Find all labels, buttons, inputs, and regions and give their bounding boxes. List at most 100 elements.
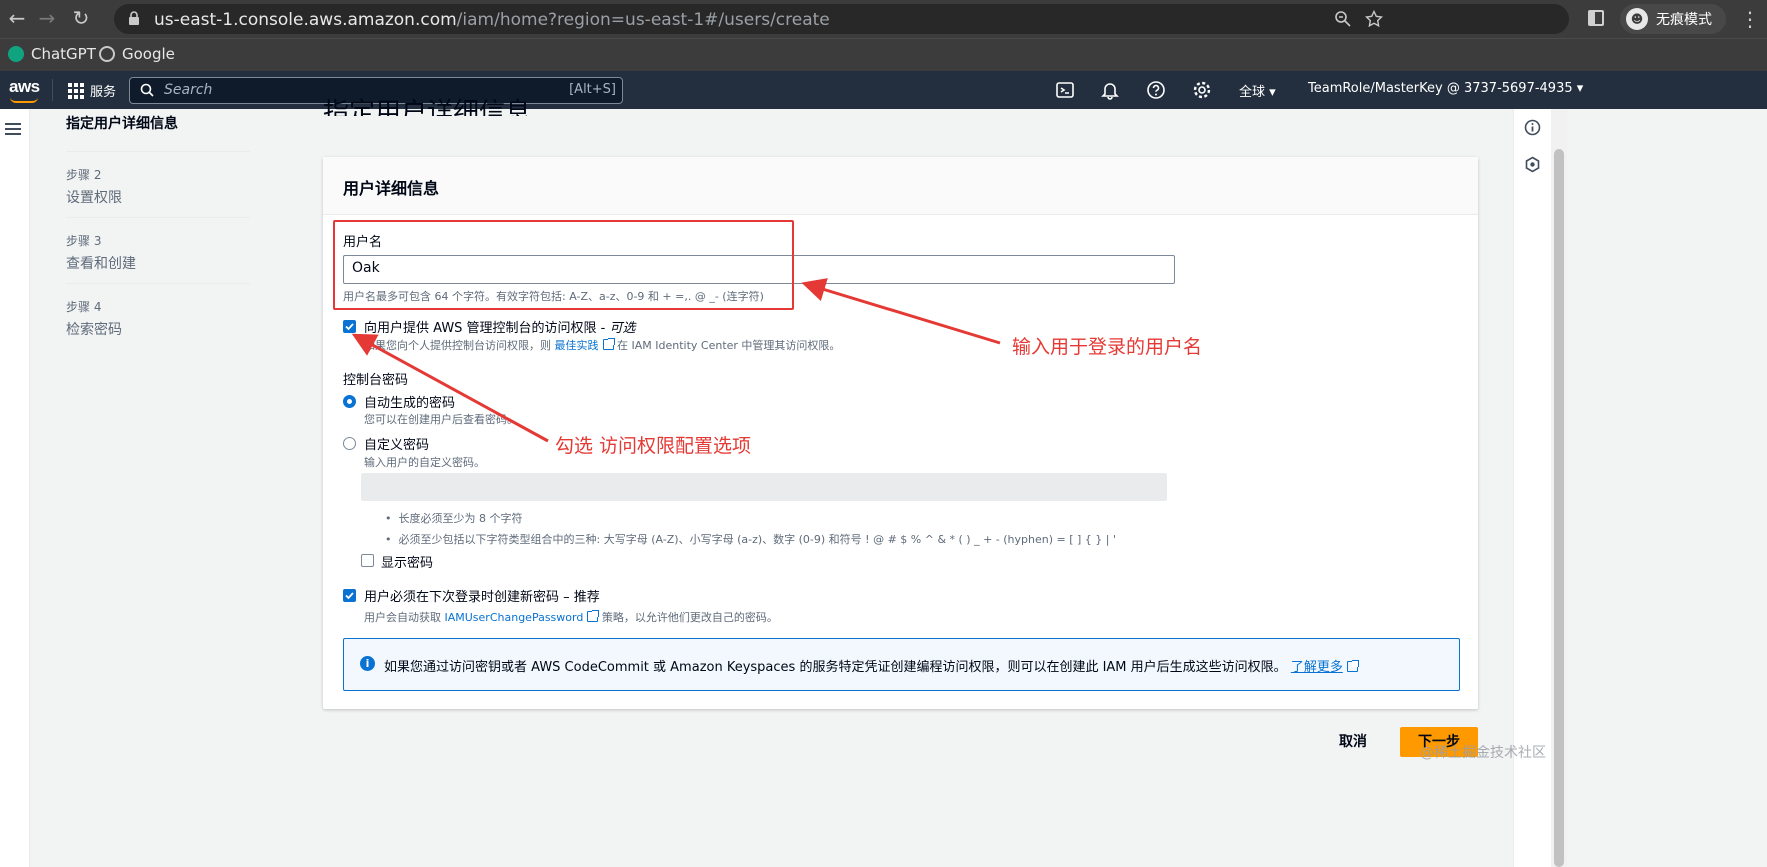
custom-password-radio[interactable] — [343, 437, 356, 450]
chatgpt-icon — [8, 46, 24, 62]
bookmark-label: Google — [122, 45, 175, 63]
custom-password-input[interactable] — [361, 473, 1167, 501]
grid-icon — [68, 82, 84, 99]
lock-icon — [129, 11, 139, 25]
step-number: 步骤 4 — [66, 300, 102, 314]
caret-down-icon: ▾ — [1576, 81, 1584, 96]
watermark: @稀土掘金技术社区 — [1420, 745, 1546, 761]
console-access-text: 向用户提供 AWS 管理控制台的访问权限 - — [364, 321, 610, 336]
panel-heading: 用户详细信息 — [323, 157, 1478, 215]
desc-text: 在 IAM Identity Center 中管理其访问权限。 — [617, 339, 841, 352]
external-link-icon — [602, 338, 615, 350]
back-arrow-icon[interactable]: ← — [6, 8, 28, 28]
auto-password-label: 自动生成的密码 — [364, 396, 456, 411]
step-1[interactable]: 指定用户详细信息 — [66, 109, 250, 152]
star-icon[interactable] — [1365, 10, 1383, 28]
incognito-icon: ☻ — [1626, 8, 1648, 30]
step-label: 指定用户详细信息 — [66, 116, 178, 132]
annotation-username: 输入用于登录的用户名 — [1012, 336, 1203, 358]
policy-link[interactable]: IAMUserChangePassword — [445, 611, 584, 624]
reset-password-checkbox[interactable] — [343, 589, 356, 602]
step-2: 步骤 2 设置权限 — [66, 152, 250, 218]
info-icon: i — [360, 656, 375, 671]
reload-icon[interactable]: ↻ — [70, 8, 92, 28]
scrollbar-thumb[interactable] — [1554, 149, 1564, 867]
step-number: 步骤 2 — [66, 168, 102, 182]
bookmark-chatgpt[interactable]: ChatGPT — [8, 45, 96, 63]
cancel-button[interactable]: 取消 — [1339, 731, 1367, 751]
help-icon[interactable] — [1146, 80, 1166, 100]
step-number: 步骤 3 — [66, 234, 102, 248]
annotation-highlight-box — [333, 220, 794, 310]
aws-top-nav: aws 服务 Search [Alt+S] 全球 ▾ TeamRole/Mast… — [0, 71, 1767, 109]
info-circle-icon[interactable] — [1524, 119, 1541, 136]
gear-icon[interactable] — [1192, 80, 1212, 100]
bookmarks-bar: ChatGPT Google — [0, 38, 1767, 71]
globe-icon — [99, 46, 115, 62]
console-access-desc: 如果您向个人提供控制台访问权限，则 最佳实践 在 IAM Identity Ce… — [364, 337, 840, 353]
aws-logo-text: aws — [9, 77, 40, 96]
desc-text: 策略，以允许他们更改自己的密码。 — [601, 611, 778, 624]
left-nav-rail — [0, 109, 30, 867]
step-label: 设置权限 — [66, 190, 122, 206]
external-link-icon — [1346, 660, 1359, 672]
bookmark-google[interactable]: Google — [99, 45, 175, 63]
step-4: 步骤 4 检索密码 — [66, 284, 250, 349]
reset-password-label: 用户必须在下次登录时创建新密码 – 推荐 — [364, 590, 600, 605]
zoom-icon[interactable] — [1334, 10, 1352, 28]
desc-text: 如果您向个人提供控制台访问权限，则 — [364, 339, 551, 352]
url-host: us-east-1.console.aws.amazon.com — [154, 10, 457, 30]
caret-down-icon: ▾ — [1269, 85, 1276, 100]
custom-password-desc: 输入用户的自定义密码。 — [364, 456, 485, 469]
info-text: 如果您通过访问密钥或者 AWS CodeCommit 或 Amazon Keys… — [384, 660, 1287, 675]
step-label: 检索密码 — [66, 322, 122, 338]
account-label: TeamRole/MasterKey @ 3737-5697-4935 — [1308, 81, 1573, 96]
annotation-checkbox: 勾选 访问权限配置选项 — [555, 435, 752, 457]
custom-password-label: 自定义密码 — [364, 438, 430, 453]
show-password-label: 显示密码 — [381, 556, 434, 571]
console-access-checkbox[interactable] — [343, 320, 356, 333]
auto-password-radio[interactable] — [343, 395, 356, 408]
search-shortcut: [Alt+S] — [569, 82, 616, 97]
auto-password-desc: 您可以在创建用户后查看密码。 — [364, 413, 518, 426]
aws-smile-icon — [10, 97, 38, 103]
optional-tag: 可选 — [609, 321, 636, 336]
divider — [52, 79, 53, 101]
account-menu[interactable]: TeamRole/MasterKey @ 3737-5697-4935 ▾ — [1308, 81, 1583, 96]
incognito-label: 无痕模式 — [1656, 12, 1712, 28]
hexagon-icon[interactable] — [1524, 156, 1541, 173]
incognito-badge[interactable]: ☻ 无痕模式 — [1620, 4, 1726, 34]
aws-logo[interactable]: aws — [9, 77, 40, 103]
reset-password-desc: 用户会自动获取 IAMUserChangePassword 策略，以允许他们更改… — [364, 609, 778, 625]
address-bar[interactable]: us-east-1.console.aws.amazon.com/iam/hom… — [114, 4, 1569, 34]
step-3: 步骤 3 查看和创建 — [66, 218, 250, 284]
console-password-label: 控制台密码 — [343, 373, 409, 388]
show-password-checkbox[interactable] — [361, 554, 374, 567]
side-panel-icon[interactable] — [1588, 10, 1604, 26]
bell-icon[interactable] — [1100, 80, 1120, 100]
region-selector[interactable]: 全球 ▾ — [1239, 81, 1276, 100]
console-access-label: 向用户提供 AWS 管理控制台的访问权限 - 可选 — [364, 317, 636, 336]
page-scrollbar[interactable] — [1551, 109, 1567, 867]
bookmark-label: ChatGPT — [31, 45, 96, 63]
wizard-steps: 指定用户详细信息 步骤 2 设置权限 步骤 3 查看和创建 步骤 4 检索密码 — [66, 109, 250, 349]
browser-menu-icon[interactable]: ⋮ — [1740, 7, 1760, 31]
step-label: 查看和创建 — [66, 256, 136, 272]
browser-toolbar: ← → ↻ us-east-1.console.aws.amazon.com/i… — [0, 0, 1767, 38]
learn-more-link[interactable]: 了解更多 — [1291, 660, 1343, 675]
url-text: us-east-1.console.aws.amazon.com/iam/hom… — [154, 10, 830, 30]
services-menu[interactable]: 服务 — [68, 81, 116, 100]
search-placeholder: Search — [164, 82, 213, 98]
cloudshell-icon[interactable] — [1055, 80, 1075, 100]
desc-text: 用户会自动获取 — [364, 611, 441, 624]
best-practice-link[interactable]: 最佳实践 — [555, 339, 599, 352]
region-label: 全球 — [1239, 85, 1266, 100]
url-path: /iam/home?region=us-east-1#/users/create — [456, 10, 830, 30]
password-rule: 必须至少包括以下字符类型组合中的三种: 大写字母 (A-Z)、小写字母 (a-z… — [385, 531, 1117, 547]
info-alert: i 如果您通过访问密钥或者 AWS CodeCommit 或 Amazon Ke… — [343, 638, 1460, 691]
info-message: 如果您通过访问密钥或者 AWS CodeCommit 或 Amazon Keys… — [384, 656, 1359, 675]
search-icon — [140, 83, 154, 97]
menu-icon[interactable] — [5, 123, 21, 135]
forward-arrow-icon[interactable]: → — [36, 8, 58, 28]
external-link-icon — [587, 610, 600, 622]
